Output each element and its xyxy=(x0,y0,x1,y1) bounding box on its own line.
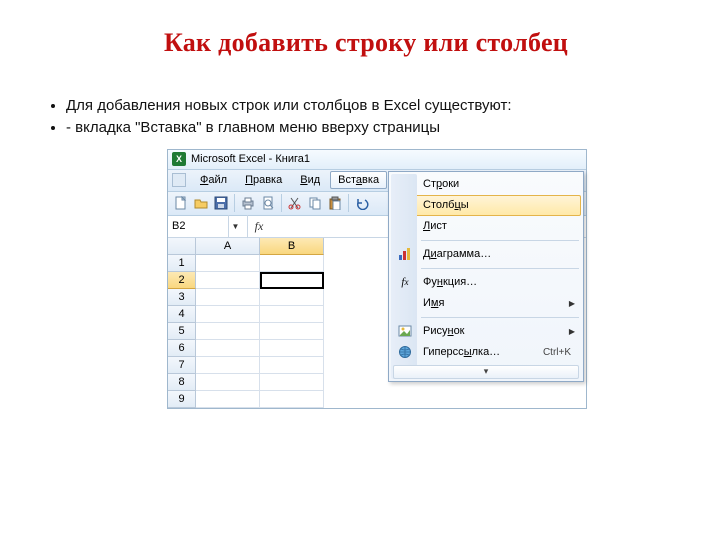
dd-picture[interactable]: Рисунок ▶ xyxy=(391,321,581,342)
row-header[interactable]: 5 xyxy=(168,323,196,340)
toolbar-separator xyxy=(348,194,349,212)
dd-rows[interactable]: Строки xyxy=(391,174,581,195)
bullet-item: - вкладка "Вставка" в главном меню вверх… xyxy=(66,118,680,138)
fx-icon: fx xyxy=(393,272,417,293)
titlebar: X Microsoft Excel - Книга1 xyxy=(168,150,586,170)
name-box-input[interactable] xyxy=(168,220,228,232)
name-box[interactable]: ▼ xyxy=(168,215,248,237)
slide-title: Как добавить строку или столбец xyxy=(52,28,680,58)
col-header[interactable]: B xyxy=(260,238,324,255)
chevron-down-icon[interactable]: ▼ xyxy=(228,215,242,237)
window-icon xyxy=(172,173,186,187)
toolbar-separator xyxy=(281,194,282,212)
cut-icon[interactable] xyxy=(286,194,304,212)
menu-edit[interactable]: Правка xyxy=(237,171,290,189)
dropdown-separator xyxy=(421,268,579,269)
fx-label[interactable]: fx xyxy=(248,219,270,234)
picture-icon xyxy=(393,321,417,342)
dropdown-separator xyxy=(421,240,579,241)
row-header[interactable]: 8 xyxy=(168,374,196,391)
open-icon[interactable] xyxy=(192,194,210,212)
chart-icon xyxy=(393,244,417,265)
row-header[interactable]: 7 xyxy=(168,357,196,374)
row-header[interactable]: 1 xyxy=(168,255,196,272)
dd-columns[interactable]: Столбцы xyxy=(391,195,581,216)
row-header[interactable]: 6 xyxy=(168,340,196,357)
row-header[interactable]: 4 xyxy=(168,306,196,323)
globe-icon xyxy=(393,342,417,363)
paste-icon[interactable] xyxy=(326,194,344,212)
menu-view[interactable]: Вид xyxy=(292,171,328,189)
toolbar-separator xyxy=(234,194,235,212)
submenu-arrow-icon: ▶ xyxy=(569,327,575,336)
dd-name[interactable]: Имя ▶ xyxy=(391,293,581,314)
dropdown-separator xyxy=(421,317,579,318)
print-icon[interactable] xyxy=(239,194,257,212)
titlebar-text: Microsoft Excel - Книга1 xyxy=(191,153,310,165)
row-header[interactable]: 2 xyxy=(168,272,196,289)
dd-shortcut: Ctrl+K xyxy=(543,347,575,358)
excel-screenshot: X Microsoft Excel - Книга1 Файл Правка В… xyxy=(167,149,587,409)
copy-icon[interactable] xyxy=(306,194,324,212)
save-icon[interactable] xyxy=(212,194,230,212)
preview-icon[interactable] xyxy=(259,194,277,212)
dd-function[interactable]: fx Функция… xyxy=(391,272,581,293)
select-all-corner[interactable] xyxy=(168,238,196,255)
excel-app-icon: X xyxy=(172,152,186,166)
col-header[interactable]: A xyxy=(196,238,260,255)
menu-insert[interactable]: Вставка xyxy=(330,171,387,189)
dd-hyperlink[interactable]: Гиперссылка… Ctrl+K xyxy=(391,342,581,363)
row-header[interactable]: 3 xyxy=(168,289,196,306)
new-icon[interactable] xyxy=(172,194,190,212)
submenu-arrow-icon: ▶ xyxy=(569,299,575,308)
dd-chart[interactable]: Диаграмма… xyxy=(391,244,581,265)
expand-menu-icon[interactable]: ▾ xyxy=(393,365,579,379)
insert-dropdown: Строки Столбцы Лист Диаграмма… fx Фун xyxy=(388,171,584,382)
bullet-item: Для добавления новых строк или столбцов … xyxy=(66,96,680,116)
row-header[interactable]: 9 xyxy=(168,391,196,408)
undo-icon[interactable] xyxy=(353,194,371,212)
menu-file[interactable]: Файл xyxy=(192,171,235,189)
cells-area[interactable] xyxy=(196,255,324,408)
dd-sheet[interactable]: Лист xyxy=(391,216,581,237)
bullet-list: Для добавления новых строк или столбцов … xyxy=(52,96,680,139)
